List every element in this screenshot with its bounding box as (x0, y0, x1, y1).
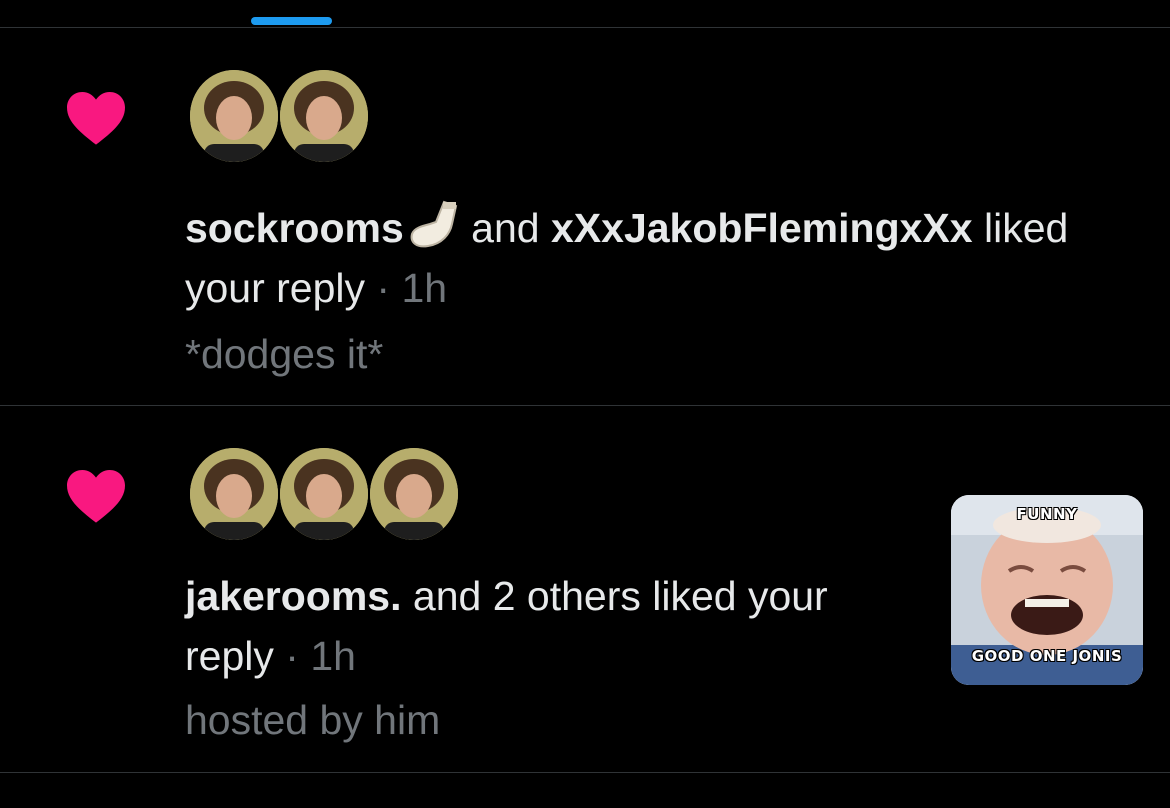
meme-bottom-caption: GOOD ONE JONIS (971, 647, 1123, 665)
notification-text: sockrooms and xXxJakobFlemingxXx liked y… (185, 198, 1068, 318)
actor-name[interactable]: sockrooms (185, 205, 404, 251)
avatar[interactable] (190, 448, 278, 540)
avatar[interactable] (190, 70, 278, 162)
notification-item-1[interactable]: sockrooms and xXxJakobFlemingxXx liked y… (0, 28, 1170, 404)
avatar[interactable] (280, 448, 368, 540)
media-thumbnail[interactable]: FUNNY GOOD ONE JONIS (951, 495, 1143, 685)
avatar-stack (190, 448, 460, 540)
heart-icon (67, 469, 125, 523)
actor-name[interactable]: jakerooms. (185, 573, 402, 619)
tab-active-indicator (251, 17, 332, 25)
notification-divider (0, 772, 1170, 773)
actor-name[interactable]: xXxJakobFlemingxXx (551, 205, 973, 251)
timestamp: 1h (401, 265, 448, 311)
reply-preview: *dodges it* (185, 331, 384, 377)
avatar-stack (190, 70, 370, 162)
heart-icon (67, 91, 125, 145)
notification-text: jakerooms. and 2 others liked your reply… (185, 573, 828, 679)
avatar[interactable] (280, 70, 368, 162)
meme-top-caption: FUNNY (1016, 505, 1078, 523)
timestamp: 1h (310, 633, 356, 679)
reply-preview: hosted by him (185, 697, 441, 743)
sock-icon (410, 200, 457, 248)
avatar[interactable] (370, 448, 458, 540)
